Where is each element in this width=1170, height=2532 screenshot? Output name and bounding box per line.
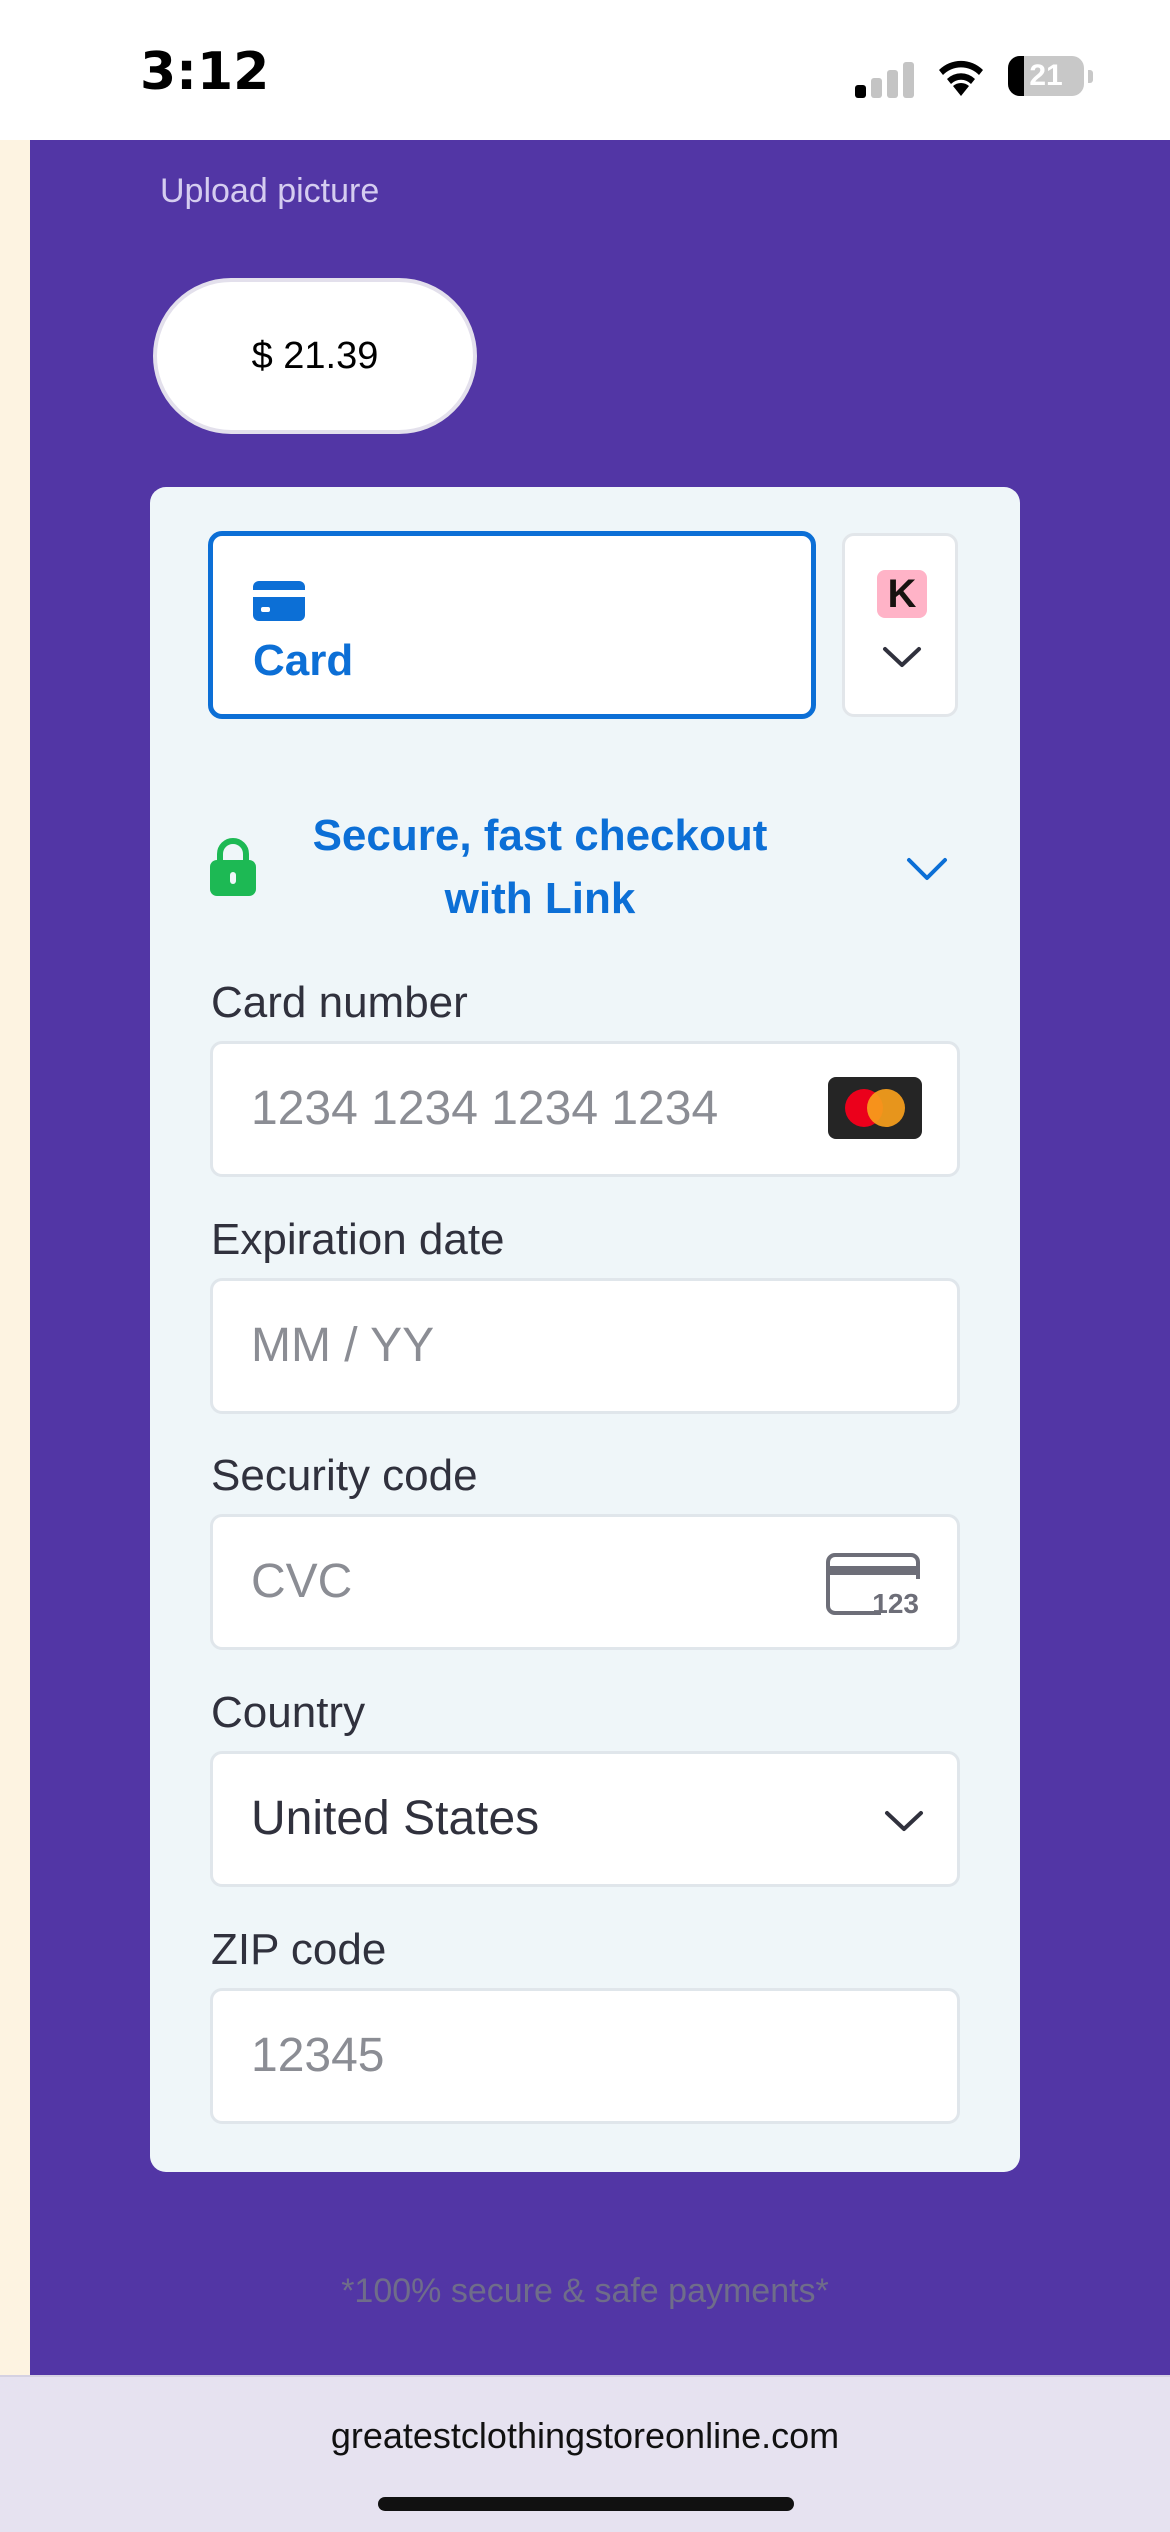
home-indicator[interactable] bbox=[378, 2497, 794, 2511]
country-label: Country bbox=[211, 1688, 366, 1737]
url-text[interactable]: greatestclothingstoreonline.com bbox=[0, 2415, 1170, 2457]
lock-icon bbox=[210, 838, 256, 896]
chevron-down-icon bbox=[907, 858, 947, 880]
card-tab-label: Card bbox=[253, 636, 354, 685]
status-time: 3:12 bbox=[140, 42, 270, 102]
secure-payments-note: *100% secure & safe payments* bbox=[341, 2272, 829, 2310]
zip-code-label: ZIP code bbox=[211, 1925, 387, 1974]
card-number-label: Card number bbox=[211, 978, 468, 1027]
status-bar: 3:12 21 bbox=[0, 0, 1170, 140]
payment-method-card-tab[interactable]: Card bbox=[208, 531, 816, 719]
battery-percentage: 21 bbox=[1029, 59, 1063, 92]
wifi-icon bbox=[939, 60, 983, 96]
expiration-placeholder: MM / YY bbox=[251, 1319, 435, 1372]
credit-card-icon bbox=[253, 581, 305, 621]
chevron-down-icon bbox=[883, 647, 921, 667]
cvc-icon-text: 123 bbox=[872, 1588, 919, 1617]
cvc-placeholder: CVC bbox=[251, 1555, 353, 1608]
upload-picture-label[interactable]: Upload picture bbox=[160, 172, 379, 211]
card-number-placeholder: 1234 1234 1234 1234 bbox=[251, 1082, 719, 1135]
security-code-label: Security code bbox=[211, 1451, 478, 1500]
expiration-date-input[interactable]: MM / YY bbox=[210, 1278, 960, 1414]
mastercard-icon bbox=[828, 1077, 922, 1139]
price-display: $ 21.39 bbox=[153, 278, 477, 434]
security-code-input[interactable]: CVC 123 bbox=[210, 1514, 960, 1650]
link-checkout-toggle[interactable]: Secure, fast checkout with Link bbox=[210, 800, 960, 930]
chevron-down-icon bbox=[885, 1811, 923, 1831]
cellular-signal-icon bbox=[855, 58, 915, 98]
zip-code-input[interactable]: 12345 bbox=[210, 1988, 960, 2124]
country-select[interactable]: United States bbox=[210, 1751, 960, 1887]
more-payment-methods-button[interactable]: K bbox=[842, 533, 958, 717]
expiration-date-label: Expiration date bbox=[211, 1215, 505, 1264]
cvc-card-icon: 123 bbox=[826, 1553, 920, 1617]
card-number-input[interactable]: 1234 1234 1234 1234 bbox=[210, 1041, 960, 1177]
klarna-icon: K bbox=[877, 570, 927, 618]
battery-icon: 21 bbox=[1008, 56, 1093, 98]
link-checkout-text: Secure, fast checkout with Link bbox=[312, 811, 768, 923]
zip-placeholder: 12345 bbox=[251, 2029, 385, 2082]
country-selected-value: United States bbox=[251, 1792, 540, 1845]
